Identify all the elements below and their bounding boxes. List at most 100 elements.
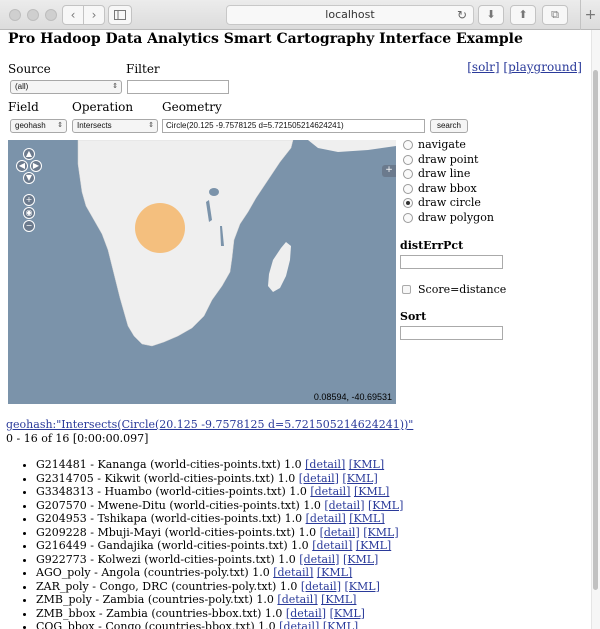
result-kml-link[interactable]: [KML] <box>317 566 352 579</box>
playground-link[interactable]: [playground] <box>503 60 582 74</box>
dist-err-pct-input[interactable] <box>400 255 503 269</box>
source-select-value: (all) <box>15 82 29 91</box>
search-button[interactable]: search <box>430 119 468 133</box>
tool-navigate[interactable]: navigate <box>400 138 590 153</box>
filter-input[interactable] <box>127 80 229 94</box>
reload-icon[interactable]: ↻ <box>457 6 467 24</box>
query-link[interactable]: geohash:"Intersects(Circle(20.125 -9.757… <box>6 418 413 431</box>
tool-draw-bbox[interactable]: draw bbox <box>400 182 590 197</box>
result-item: G207570 - Mwene-Ditu (world-cities-point… <box>36 499 403 513</box>
result-item: G922773 - Kolwezi (world-cities-points.t… <box>36 553 403 567</box>
tool-label: draw circle <box>418 196 481 209</box>
checkbox-icon[interactable] <box>402 285 411 294</box>
address-bar[interactable]: localhost ↻ <box>226 5 474 25</box>
field-select[interactable]: geohash ⇕ <box>10 119 67 133</box>
result-detail-link[interactable]: [detail] <box>277 593 317 606</box>
geometry-label: Geometry <box>162 100 222 114</box>
result-detail-link[interactable]: [detail] <box>320 526 360 539</box>
madagascar-landmass <box>268 242 291 292</box>
tool-draw-circle[interactable]: draw circle <box>400 196 590 211</box>
zoom-in-icon[interactable]: + <box>23 194 35 206</box>
sidebar-toggle-button[interactable] <box>108 5 132 25</box>
new-tab-button[interactable]: + <box>580 0 600 30</box>
pan-right-icon[interactable]: ▶ <box>30 160 42 172</box>
result-text: G3348313 - Huambo (world-cities-points.t… <box>36 485 307 498</box>
layer-switcher-icon[interactable]: + <box>382 165 396 177</box>
radio-icon[interactable] <box>403 183 413 194</box>
result-kml-link[interactable]: [KML] <box>330 607 365 620</box>
tool-draw-line[interactable]: draw line <box>400 167 590 182</box>
result-detail-link[interactable]: [detail] <box>286 607 326 620</box>
zoom-out-icon[interactable]: − <box>23 220 35 232</box>
result-kml-link[interactable]: [KML] <box>343 553 378 566</box>
result-item: G3348313 - Huambo (world-cities-points.t… <box>36 485 403 499</box>
pan-up-icon[interactable]: ▲ <box>23 148 35 160</box>
tool-draw-polygon[interactable]: draw polygon <box>400 211 590 226</box>
result-text: AGO_poly - Angola (countries-poly.txt) 1… <box>36 566 270 579</box>
radio-icon[interactable] <box>403 169 413 179</box>
tool-label: navigate <box>418 138 466 151</box>
forward-button[interactable]: › <box>83 5 105 25</box>
share-icon: ⬆ <box>518 8 528 21</box>
result-detail-link[interactable]: [detail] <box>273 566 313 579</box>
lake-victoria <box>209 188 219 196</box>
result-kml-link[interactable]: [KML] <box>349 512 384 525</box>
tabs-icon: ⧉ <box>551 8 559 21</box>
score-distance-checkbox-row[interactable]: Score=distance <box>400 283 590 296</box>
geometry-input[interactable]: Circle(20.125 -9.7578125 d=5.72150521462… <box>162 119 425 133</box>
result-kml-link[interactable]: [KML] <box>363 526 398 539</box>
minimize-window-button[interactable] <box>27 9 39 21</box>
page-content: Pro Hadoop Data Analytics Smart Cartogra… <box>0 30 590 629</box>
scrollbar-thumb[interactable] <box>593 70 598 590</box>
radio-selected-icon[interactable] <box>403 198 413 208</box>
result-item: COG_bbox - Congo (countries-bbox.txt) 1.… <box>36 620 403 629</box>
result-kml-link[interactable]: [KML] <box>354 485 389 498</box>
pan-down-icon[interactable]: ▼ <box>23 172 35 184</box>
result-kml-link[interactable]: [KML] <box>356 539 391 552</box>
radio-icon[interactable] <box>403 212 413 223</box>
downloads-button[interactable]: ⬇ <box>478 5 504 25</box>
share-button[interactable]: ⬆ <box>510 5 536 25</box>
page-title: Pro Hadoop Data Analytics Smart Cartogra… <box>8 31 523 47</box>
result-detail-link[interactable]: [detail] <box>299 553 339 566</box>
operation-select[interactable]: Intersects ⇕ <box>72 119 158 133</box>
solr-link[interactable]: [solr] <box>467 60 499 74</box>
result-detail-link[interactable]: [detail] <box>299 472 339 485</box>
sidebar-icon <box>114 10 126 20</box>
result-item: AGO_poly - Angola (countries-poly.txt) 1… <box>36 566 403 580</box>
map-viewport[interactable]: ▲ ◀ ▶ ▼ + ◉ − + 0.08594, -40.69531 <box>8 140 396 404</box>
result-kml-link[interactable]: [KML] <box>349 458 384 471</box>
result-kml-link[interactable]: [KML] <box>342 472 377 485</box>
result-text: ZAR_poly - Congo, DRC (countries-poly.tx… <box>36 579 298 593</box>
result-kml-link[interactable]: [KML] <box>368 499 403 512</box>
radio-icon[interactable] <box>403 140 413 150</box>
result-detail-link[interactable]: [detail] <box>305 458 345 471</box>
query-circle <box>135 203 185 253</box>
tabs-overview-button[interactable]: ⧉ <box>542 5 568 25</box>
result-detail-link[interactable]: [detail] <box>324 499 364 512</box>
page-scrollbar[interactable] <box>591 30 600 629</box>
chevron-left-icon: ‹ <box>70 8 76 22</box>
result-item: ZMB_bbox - Zambia (countries-bbox.txt) 1… <box>36 607 403 621</box>
source-select[interactable]: (all) ⇕ <box>10 80 122 94</box>
pan-left-icon[interactable]: ◀ <box>16 160 28 172</box>
zoom-world-icon[interactable]: ◉ <box>23 207 35 219</box>
tool-label: draw polygon <box>418 210 494 224</box>
result-item: ZAR_poly - Congo, DRC (countries-poly.tx… <box>36 580 403 594</box>
result-detail-link[interactable]: [detail] <box>310 485 350 498</box>
result-detail-link[interactable]: [detail] <box>312 539 352 552</box>
maximize-window-button[interactable] <box>45 9 57 21</box>
result-kml-link[interactable]: [KML] <box>321 593 356 606</box>
close-window-button[interactable] <box>9 9 21 21</box>
back-button[interactable]: ‹ <box>62 5 84 25</box>
dist-err-pct-label: distErrPct <box>400 239 464 252</box>
radio-icon[interactable] <box>403 154 413 165</box>
result-detail-link[interactable]: [detail] <box>306 512 346 525</box>
result-kml-link[interactable]: [KML] <box>345 580 380 593</box>
result-kml-link[interactable]: [KML] <box>323 620 358 629</box>
tool-draw-point[interactable]: draw point <box>400 153 590 168</box>
result-item: ZMB_poly - Zambia (countries-poly.txt) 1… <box>36 593 403 607</box>
sort-input[interactable] <box>400 326 503 340</box>
result-detail-link[interactable]: [detail] <box>279 620 319 629</box>
result-detail-link[interactable]: [detail] <box>301 580 341 593</box>
